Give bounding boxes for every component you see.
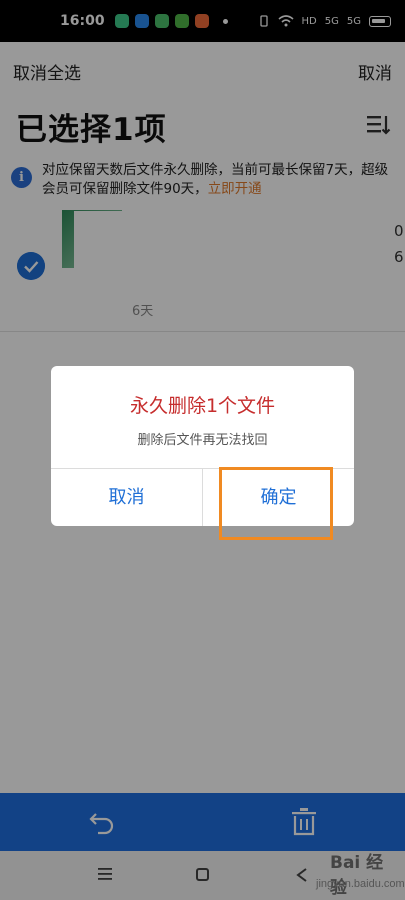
dialog-cancel-button[interactable]: 取消 bbox=[51, 469, 202, 526]
baidu-jingyan-logo: Bai 经验 bbox=[330, 853, 384, 898]
watermark-url: jingyan.baidu.com bbox=[316, 878, 405, 890]
highlight-annotation bbox=[219, 467, 333, 540]
dialog-message: 删除后文件再无法找回 bbox=[137, 433, 268, 448]
dialog-title: 永久删除1个文件 bbox=[129, 395, 276, 417]
